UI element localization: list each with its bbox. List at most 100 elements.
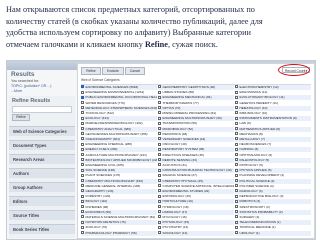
- category-checkbox[interactable]: [81, 230, 84, 234]
- category-checkbox[interactable]: [158, 132, 161, 136]
- category-checkbox[interactable]: [235, 121, 238, 125]
- category-checkbox[interactable]: [158, 100, 161, 104]
- category-checkbox[interactable]: [81, 147, 84, 151]
- category-checkbox[interactable]: [81, 126, 84, 130]
- category-checkbox[interactable]: [235, 106, 238, 110]
- category-checkbox[interactable]: [158, 230, 161, 234]
- category-checkbox[interactable]: [158, 178, 161, 182]
- facet-section[interactable]: Web of Science Categories: [9, 126, 75, 136]
- category-checkbox[interactable]: [235, 147, 238, 151]
- category-checkbox[interactable]: [235, 111, 238, 115]
- category-checkbox[interactable]: [81, 168, 84, 172]
- sidebar-refine-button[interactable]: Refine: [12, 114, 30, 121]
- category-checkbox[interactable]: [158, 220, 161, 224]
- category-checkbox[interactable]: [235, 142, 238, 146]
- category-row[interactable]: UROLOGY (1): [235, 230, 311, 236]
- category-checkbox[interactable]: [81, 111, 84, 115]
- category-checkbox[interactable]: [158, 152, 161, 156]
- category-checkbox[interactable]: [235, 126, 238, 130]
- category-checkbox[interactable]: [235, 152, 238, 156]
- category-checkbox[interactable]: [158, 199, 161, 203]
- category-checkbox[interactable]: [158, 95, 161, 99]
- category-checkbox[interactable]: [81, 184, 84, 188]
- category-checkbox[interactable]: [81, 225, 84, 229]
- facet-section[interactable]: Authors: [9, 168, 75, 178]
- category-checkbox[interactable]: [235, 158, 238, 162]
- refine-button[interactable]: Refine: [81, 67, 101, 75]
- category-checkbox[interactable]: [235, 210, 238, 214]
- facet-section[interactable]: Book Series Titles: [9, 224, 75, 234]
- category-checkbox[interactable]: [235, 194, 238, 198]
- category-checkbox[interactable]: [158, 189, 161, 193]
- category-checkbox[interactable]: [81, 121, 84, 125]
- category-checkbox[interactable]: [235, 220, 238, 224]
- category-checkbox[interactable]: [235, 116, 238, 120]
- category-checkbox[interactable]: [81, 90, 84, 94]
- category-checkbox[interactable]: [81, 137, 84, 141]
- category-checkbox[interactable]: [158, 168, 161, 172]
- category-checkbox[interactable]: [81, 95, 84, 99]
- category-checkbox[interactable]: [158, 163, 161, 167]
- facet-section[interactable]: Editors: [9, 196, 75, 206]
- cancel-button[interactable]: Cancel: [125, 67, 145, 75]
- category-row[interactable]: PHARMACOLOGY PHARMACY (66): [81, 230, 157, 236]
- category-checkbox[interactable]: [158, 116, 161, 120]
- category-checkbox[interactable]: [235, 90, 238, 94]
- category-checkbox[interactable]: [158, 225, 161, 229]
- category-checkbox[interactable]: [81, 106, 84, 110]
- refine-search-input[interactable]: [12, 106, 72, 113]
- category-checkbox[interactable]: [81, 116, 84, 120]
- category-checkbox[interactable]: [81, 158, 84, 162]
- category-checkbox[interactable]: [235, 100, 238, 104]
- category-checkbox[interactable]: [158, 210, 161, 214]
- category-checkbox[interactable]: [81, 100, 84, 104]
- facet-section[interactable]: Group Authors: [9, 182, 75, 192]
- category-checkbox[interactable]: [235, 230, 238, 234]
- facet-section[interactable]: Research Areas: [9, 154, 75, 164]
- category-checkbox[interactable]: [81, 85, 84, 89]
- category-checkbox[interactable]: [158, 121, 161, 125]
- facet-section[interactable]: Source Titles: [9, 210, 75, 220]
- category-checkbox[interactable]: [81, 199, 84, 203]
- search-topic-link[interactable]: TOPIC: (pollution* OR ...): [11, 84, 51, 88]
- category-checkbox[interactable]: [158, 137, 161, 141]
- category-checkbox[interactable]: [81, 173, 84, 177]
- category-checkbox[interactable]: [81, 210, 84, 214]
- category-checkbox[interactable]: [158, 85, 161, 89]
- category-checkbox[interactable]: [81, 215, 84, 219]
- category-checkbox[interactable]: [158, 147, 161, 151]
- category-checkbox[interactable]: [158, 126, 161, 130]
- category-checkbox[interactable]: [235, 137, 238, 141]
- category-checkbox[interactable]: [158, 106, 161, 110]
- category-checkbox[interactable]: [235, 189, 238, 193]
- facet-section[interactable]: Document Types: [9, 140, 75, 150]
- category-checkbox[interactable]: [235, 184, 238, 188]
- category-checkbox[interactable]: [235, 173, 238, 177]
- category-checkbox[interactable]: [235, 163, 238, 167]
- category-checkbox[interactable]: [81, 194, 84, 198]
- category-checkbox[interactable]: [81, 163, 84, 167]
- category-checkbox[interactable]: [235, 132, 238, 136]
- category-checkbox[interactable]: [81, 178, 84, 182]
- category-checkbox[interactable]: [235, 85, 238, 89]
- category-checkbox[interactable]: [81, 152, 84, 156]
- category-checkbox[interactable]: [158, 158, 161, 162]
- category-checkbox[interactable]: [158, 90, 161, 94]
- category-checkbox[interactable]: [158, 173, 161, 177]
- category-checkbox[interactable]: [235, 204, 238, 208]
- category-checkbox[interactable]: [81, 142, 84, 146]
- category-checkbox[interactable]: [158, 184, 161, 188]
- category-checkbox[interactable]: [81, 220, 84, 224]
- more-link[interactable]: ...More: [11, 89, 22, 93]
- exclude-button[interactable]: Exclude: [102, 67, 124, 75]
- category-checkbox[interactable]: [235, 178, 238, 182]
- category-checkbox[interactable]: [158, 204, 161, 208]
- category-checkbox[interactable]: [81, 189, 84, 193]
- category-checkbox[interactable]: [235, 215, 238, 219]
- category-row[interactable]: SOCIOLOGY (13): [158, 230, 234, 236]
- category-checkbox[interactable]: [158, 215, 161, 219]
- category-checkbox[interactable]: [158, 142, 161, 146]
- category-checkbox[interactable]: [158, 194, 161, 198]
- category-checkbox[interactable]: [235, 225, 238, 229]
- category-checkbox[interactable]: [235, 199, 238, 203]
